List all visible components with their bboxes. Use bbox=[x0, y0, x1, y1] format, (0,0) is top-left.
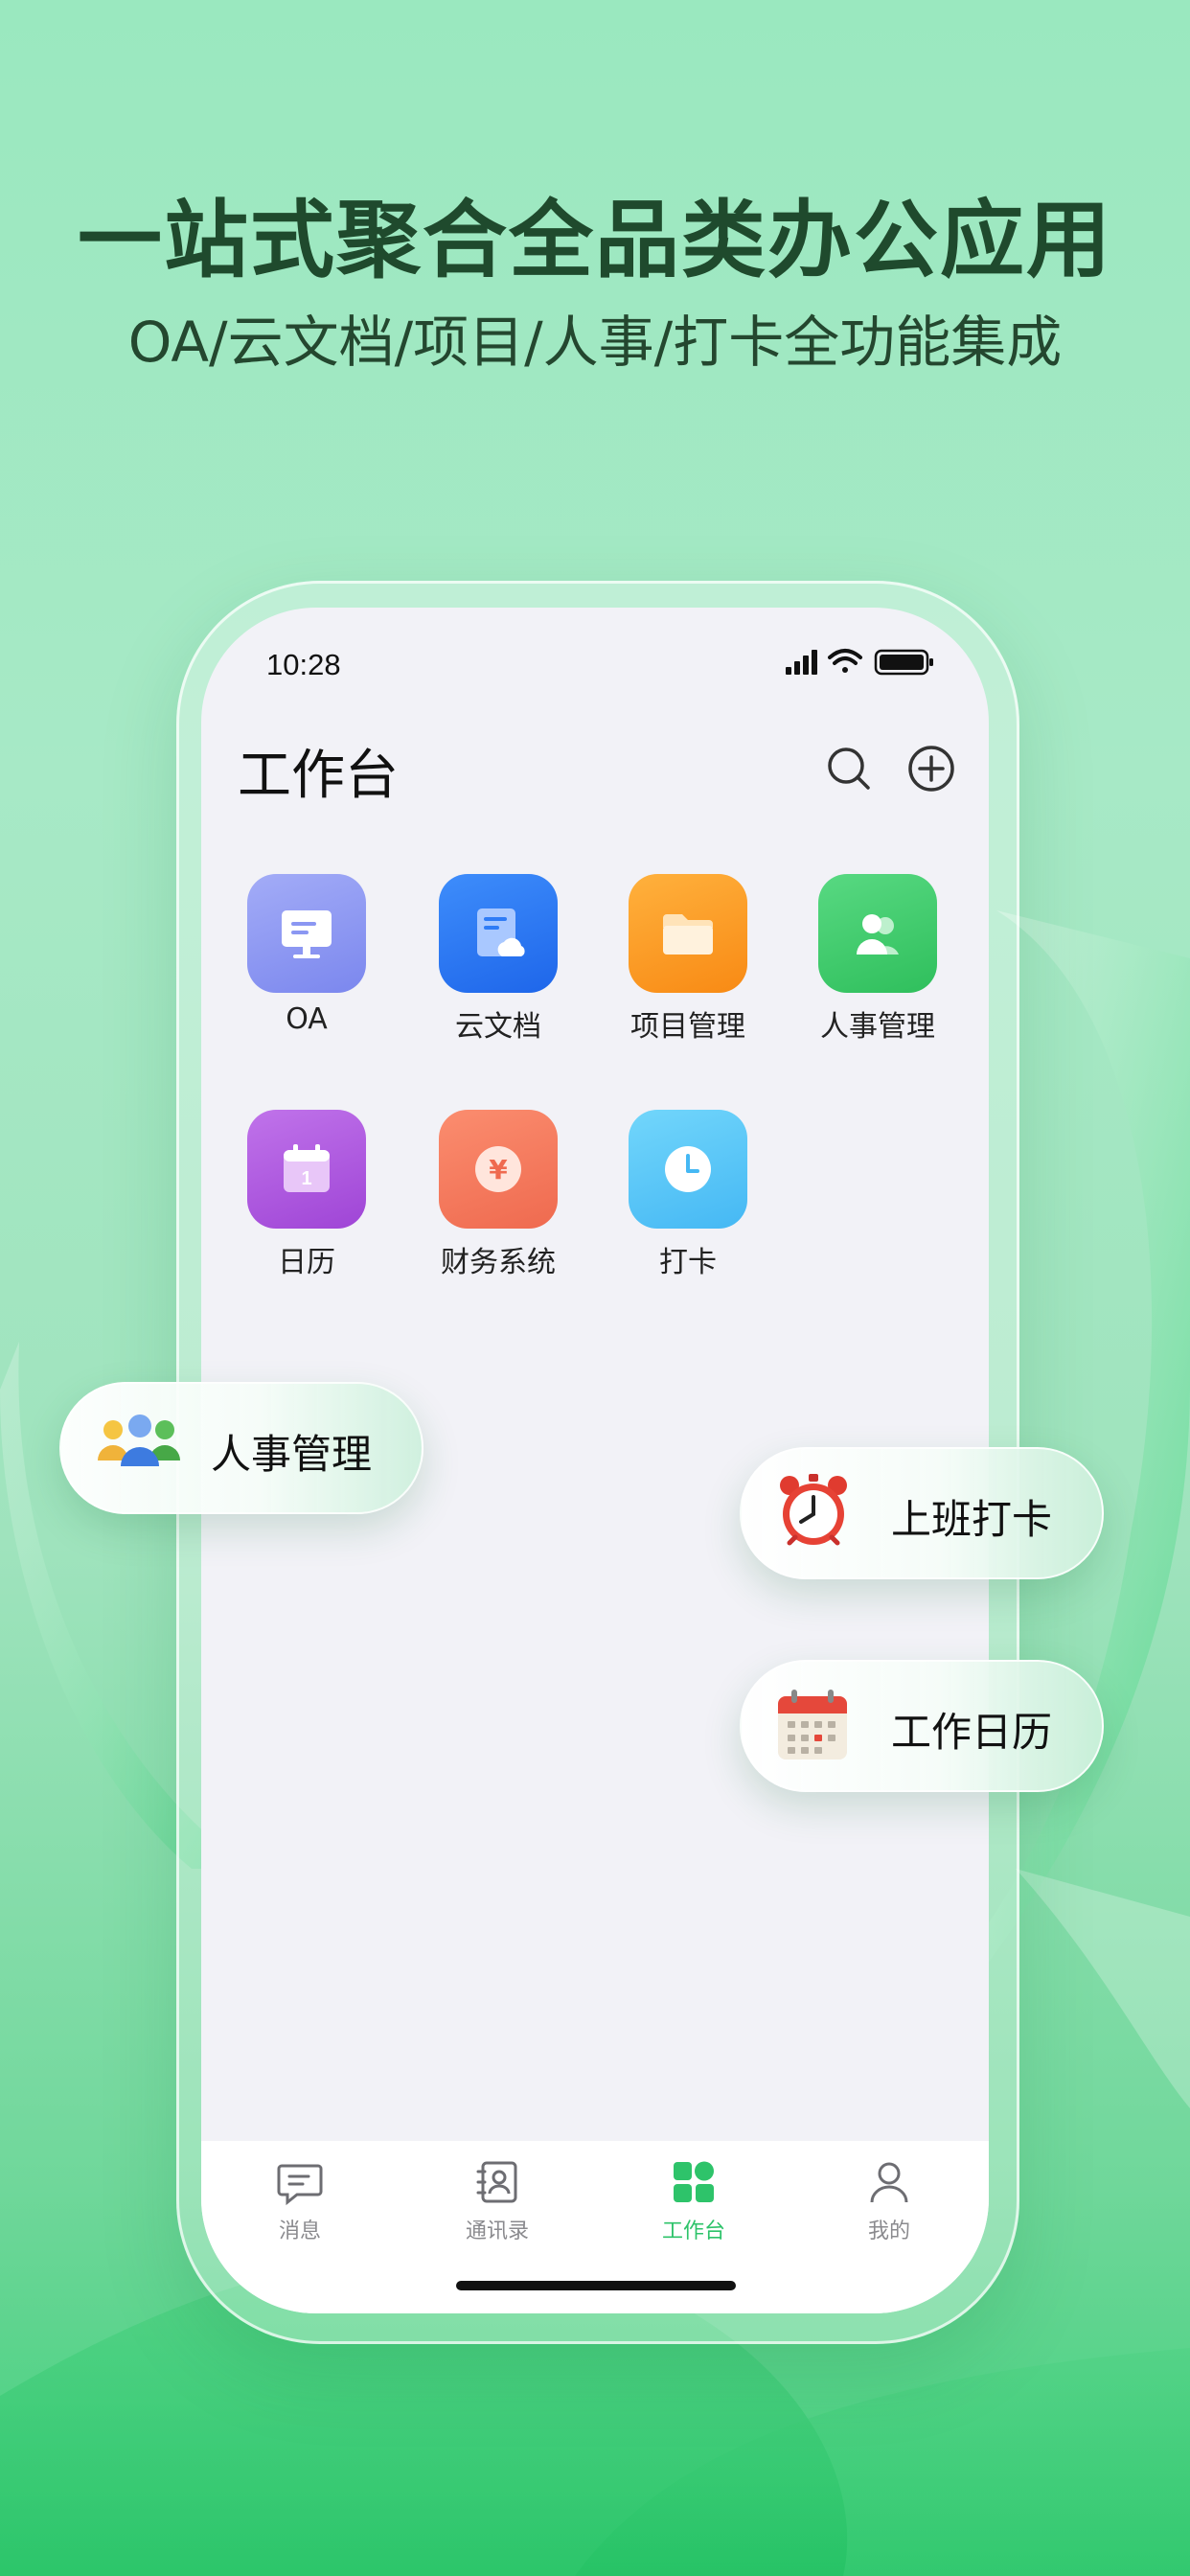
floating-clock-in-label: 上班打卡 bbox=[891, 1496, 1053, 1543]
cloud-document-icon bbox=[439, 874, 558, 993]
signal-icon bbox=[786, 650, 817, 675]
clock-icon bbox=[629, 1110, 747, 1229]
tab-bar: 消息 通讯录 工作台 我的 bbox=[201, 2141, 989, 2313]
app-label: 云文档 bbox=[455, 1010, 541, 1044]
tab-me[interactable]: 我的 bbox=[822, 2158, 956, 2244]
presentation-board-icon bbox=[247, 874, 366, 993]
app-label: 打卡 bbox=[659, 1246, 717, 1279]
app-finance[interactable]: ¥ 财务系统 bbox=[402, 1110, 594, 1280]
svg-text:¥: ¥ bbox=[489, 1154, 508, 1185]
chat-bubble-icon bbox=[277, 2164, 323, 2206]
tab-contacts[interactable]: 通讯录 bbox=[430, 2158, 564, 2244]
page-title: 工作台 bbox=[238, 745, 399, 807]
tab-messages[interactable]: 消息 bbox=[233, 2158, 367, 2244]
app-label: 日历 bbox=[278, 1246, 335, 1279]
tab-label: 通讯录 bbox=[465, 2220, 529, 2243]
status-time: 10:28 bbox=[266, 648, 341, 681]
search-icon[interactable] bbox=[824, 744, 874, 794]
app-cloud-docs[interactable]: 云文档 bbox=[402, 874, 594, 1045]
contacts-book-icon bbox=[476, 2161, 517, 2203]
app-clock-in[interactable]: 打卡 bbox=[592, 1110, 784, 1280]
app-label: OA bbox=[286, 1002, 328, 1036]
floating-hr-label: 人事管理 bbox=[211, 1431, 373, 1478]
floating-hr-card[interactable]: 人事管理 bbox=[59, 1382, 423, 1514]
yen-coin-icon: ¥ bbox=[439, 1110, 558, 1229]
grid-apps-icon bbox=[674, 2161, 714, 2202]
calendar-icon: 1 bbox=[247, 1110, 366, 1229]
tab-label: 工作台 bbox=[661, 2220, 725, 2243]
group-people-icon bbox=[98, 1414, 180, 1466]
floating-calendar-label: 工作日历 bbox=[891, 1709, 1053, 1756]
people-icon bbox=[818, 874, 937, 993]
plus-circle-icon[interactable] bbox=[906, 744, 956, 794]
floating-clock-in-card[interactable]: 上班打卡 bbox=[740, 1447, 1104, 1579]
app-label: 人事管理 bbox=[820, 1010, 935, 1044]
alarm-clock-icon bbox=[780, 1474, 847, 1546]
hero-subtitle: OA/云文档/项目/人事/打卡全功能集成 bbox=[127, 310, 1063, 375]
status-icons bbox=[786, 649, 933, 676]
hero-title: 一站式聚合全品类办公应用 bbox=[77, 191, 1112, 289]
wifi-icon bbox=[828, 649, 862, 673]
user-icon bbox=[870, 2162, 908, 2203]
app-calendar[interactable]: 1 日历 bbox=[211, 1110, 402, 1280]
battery-icon bbox=[874, 649, 933, 676]
floating-calendar-card[interactable]: 工作日历 bbox=[740, 1660, 1104, 1792]
app-label: 项目管理 bbox=[630, 1010, 745, 1044]
app-oa[interactable]: OA bbox=[211, 874, 402, 1036]
calendar-icon bbox=[778, 1690, 847, 1760]
home-indicator bbox=[456, 2281, 736, 2290]
tab-label: 我的 bbox=[867, 2220, 910, 2243]
folder-icon bbox=[629, 874, 747, 993]
tab-label: 消息 bbox=[278, 2220, 321, 2243]
tab-workbench[interactable]: 工作台 bbox=[627, 2158, 761, 2244]
svg-text:1: 1 bbox=[301, 1168, 311, 1189]
app-project-management[interactable]: 项目管理 bbox=[592, 874, 784, 1045]
app-label: 财务系统 bbox=[441, 1246, 556, 1279]
app-hr-management[interactable]: 人事管理 bbox=[782, 874, 973, 1045]
